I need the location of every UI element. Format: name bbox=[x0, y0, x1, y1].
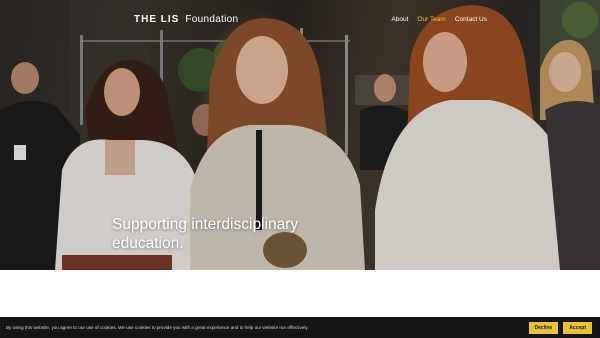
nav-link-about[interactable]: About bbox=[391, 16, 408, 23]
cookie-banner: By using this website, you agree to our … bbox=[0, 317, 600, 338]
nav-link-contact-us[interactable]: Contact Us bbox=[455, 16, 487, 23]
hero-headline-line-1: Supporting interdisciplinary bbox=[112, 216, 299, 233]
accept-cookies-button[interactable]: Accept bbox=[563, 321, 592, 334]
brand-name-light: Foundation bbox=[185, 14, 239, 25]
hero-headline: Supporting interdisciplinary education. bbox=[112, 215, 352, 253]
hero-headline-line-2: education. bbox=[112, 235, 184, 252]
cookie-banner-text: By using this website, you agree to our … bbox=[6, 325, 309, 330]
nav-link-our-team[interactable]: Our Team bbox=[417, 16, 445, 23]
main-nav: About Our Team Contact Us bbox=[391, 16, 487, 23]
decline-cookies-button[interactable]: Decline bbox=[528, 321, 559, 334]
brand-logo[interactable]: THE LIS Foundation bbox=[134, 14, 238, 30]
brand-name-strong: THE LIS bbox=[134, 14, 180, 25]
hero-section: THE LIS Foundation About Our Team Contac… bbox=[0, 0, 600, 270]
